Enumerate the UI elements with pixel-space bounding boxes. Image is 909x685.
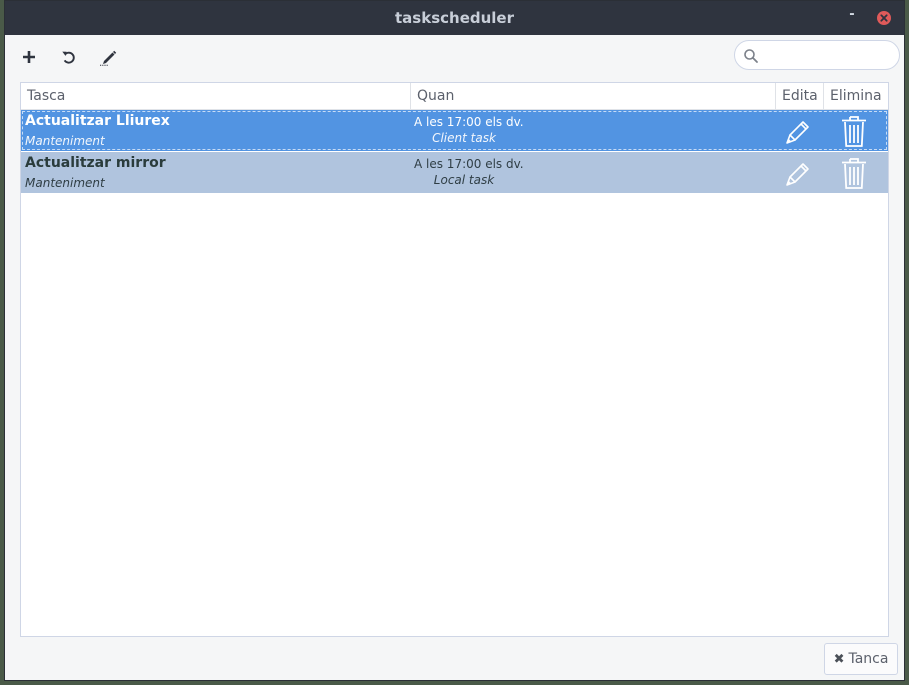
edit-task-button[interactable]	[781, 156, 815, 190]
taskscheduler-window: taskscheduler - Tasca Quan Edita Elimina…	[4, 0, 905, 681]
task-type: Local task	[433, 173, 495, 187]
header-delete[interactable]: Elimina	[823, 83, 888, 109]
add-task-button[interactable]	[13, 42, 45, 72]
search-input[interactable]	[763, 45, 895, 67]
task-category: Manteniment	[25, 134, 105, 148]
close-icon: ✖	[833, 651, 845, 667]
edit-task-button[interactable]	[781, 114, 815, 148]
close-icon	[877, 11, 891, 25]
pencil-icon	[786, 121, 809, 144]
title-bar: taskscheduler -	[5, 1, 904, 35]
refresh-button[interactable]	[53, 42, 85, 72]
undo-icon	[62, 51, 75, 64]
trash-icon	[842, 116, 866, 147]
task-type: Client task	[432, 131, 496, 145]
pencil-icon	[100, 50, 117, 66]
window-title: taskscheduler	[395, 9, 514, 27]
delete-task-button[interactable]	[839, 113, 869, 149]
task-schedule: A les 17:00 els dv.	[414, 115, 524, 129]
search-box[interactable]	[734, 40, 900, 70]
delete-task-button[interactable]	[839, 155, 869, 191]
trash-icon	[842, 158, 866, 189]
plus-icon	[23, 51, 35, 63]
table-row[interactable]: Actualitzar Lliurex Manteniment A les 17…	[21, 110, 888, 151]
search-icon	[744, 49, 758, 63]
header-edit[interactable]: Edita	[775, 83, 823, 109]
task-name: Actualitzar Lliurex	[25, 113, 170, 129]
table-row[interactable]: Actualitzar mirror Manteniment A les 17:…	[21, 152, 888, 193]
task-table: Tasca Quan Edita Elimina Actualitzar Lli…	[20, 82, 889, 637]
close-button-label: Tanca	[848, 651, 889, 667]
toolbar	[5, 35, 904, 81]
header-task[interactable]: Tasca	[21, 83, 410, 109]
header-when[interactable]: Quan	[410, 83, 775, 109]
window-close-button[interactable]	[876, 10, 892, 26]
task-schedule: A les 17:00 els dv.	[414, 157, 524, 171]
edit-button[interactable]	[92, 42, 124, 72]
close-dialog-button[interactable]: ✖ Tanca	[824, 643, 898, 675]
table-header: Tasca Quan Edita Elimina	[21, 83, 888, 110]
pencil-icon	[786, 163, 809, 186]
task-name: Actualitzar mirror	[25, 155, 166, 171]
task-category: Manteniment	[25, 176, 105, 190]
minimize-button[interactable]: -	[844, 8, 860, 26]
